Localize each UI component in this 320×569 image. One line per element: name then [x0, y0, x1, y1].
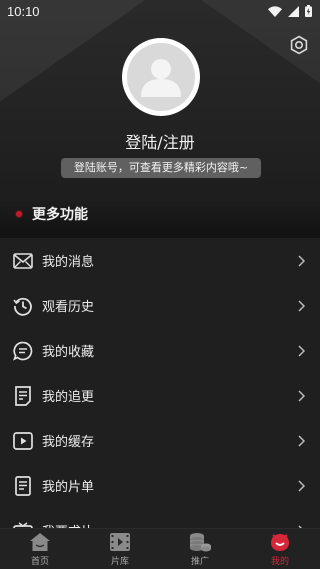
chat-bubble-icon [12, 340, 34, 362]
feature-menu: 我的消息 观看历史 我的收藏 我的追更 我的缓存 我的片单 [0, 238, 320, 553]
menu-item-messages[interactable]: 我的消息 [0, 238, 320, 283]
nav-mine[interactable]: 我的 [240, 531, 320, 567]
status-time: 10:10 [7, 3, 40, 19]
coins-icon [188, 531, 212, 553]
nav-label: 片库 [110, 557, 129, 567]
battery-icon [305, 5, 312, 17]
menu-item-playlist[interactable]: 我的片单 [0, 463, 320, 508]
menu-item-label: 我的收藏 [42, 345, 95, 360]
login-register-link[interactable]: 登陆/注册 [0, 129, 320, 153]
menu-item-label: 我的缓存 [42, 435, 95, 450]
nav-library[interactable]: 片库 [80, 531, 160, 567]
play-square-icon [12, 430, 34, 452]
history-icon [12, 295, 34, 317]
signal-icon [288, 5, 299, 17]
login-hint-badge: 登陆账号，可查看更多精彩内容哦~ [61, 158, 261, 178]
menu-item-label: 观看历史 [42, 300, 95, 315]
menu-item-label: 我的消息 [42, 255, 95, 270]
document-icon [12, 475, 34, 497]
chevron-right-icon [296, 299, 306, 313]
more-features-header: 更多功能 [16, 204, 88, 224]
bottom-navigation: 首页 片库 推广 我的 [0, 528, 320, 569]
avatar[interactable] [122, 38, 200, 116]
settings-button[interactable] [288, 35, 310, 59]
nav-home[interactable]: 首页 [0, 531, 80, 567]
chevron-right-icon [296, 479, 306, 493]
document-list-icon [12, 385, 34, 407]
profile-header-background [0, 0, 320, 238]
chevron-right-icon [296, 254, 306, 268]
film-icon [108, 531, 132, 553]
section-title: 更多功能 [32, 207, 88, 223]
app-screen: 10:10 登陆/注册 登陆账号，可查看更多精彩内容哦~ 更多功能 我的消息 观… [0, 0, 320, 569]
nav-label: 推广 [190, 557, 209, 567]
mail-icon [12, 250, 34, 272]
menu-item-history[interactable]: 观看历史 [0, 283, 320, 328]
menu-item-following[interactable]: 我的追更 [0, 373, 320, 418]
wifi-icon [268, 5, 282, 17]
menu-item-favorites[interactable]: 我的收藏 [0, 328, 320, 373]
menu-item-label: 我的片单 [42, 480, 95, 495]
chevron-right-icon [296, 389, 306, 403]
user-smile-icon [268, 531, 292, 553]
red-dot-icon [16, 211, 22, 217]
chevron-right-icon [296, 344, 306, 358]
nav-label: 首页 [30, 557, 49, 567]
home-icon [28, 531, 52, 553]
nav-label: 我的 [270, 557, 289, 567]
nav-promote[interactable]: 推广 [160, 531, 240, 567]
chevron-right-icon [296, 434, 306, 448]
status-bar: 10:10 [0, 0, 320, 22]
default-user-icon [127, 43, 195, 111]
gear-icon [289, 35, 309, 59]
status-icons [268, 5, 312, 17]
menu-item-label: 我的追更 [42, 390, 95, 405]
menu-item-cache[interactable]: 我的缓存 [0, 418, 320, 463]
